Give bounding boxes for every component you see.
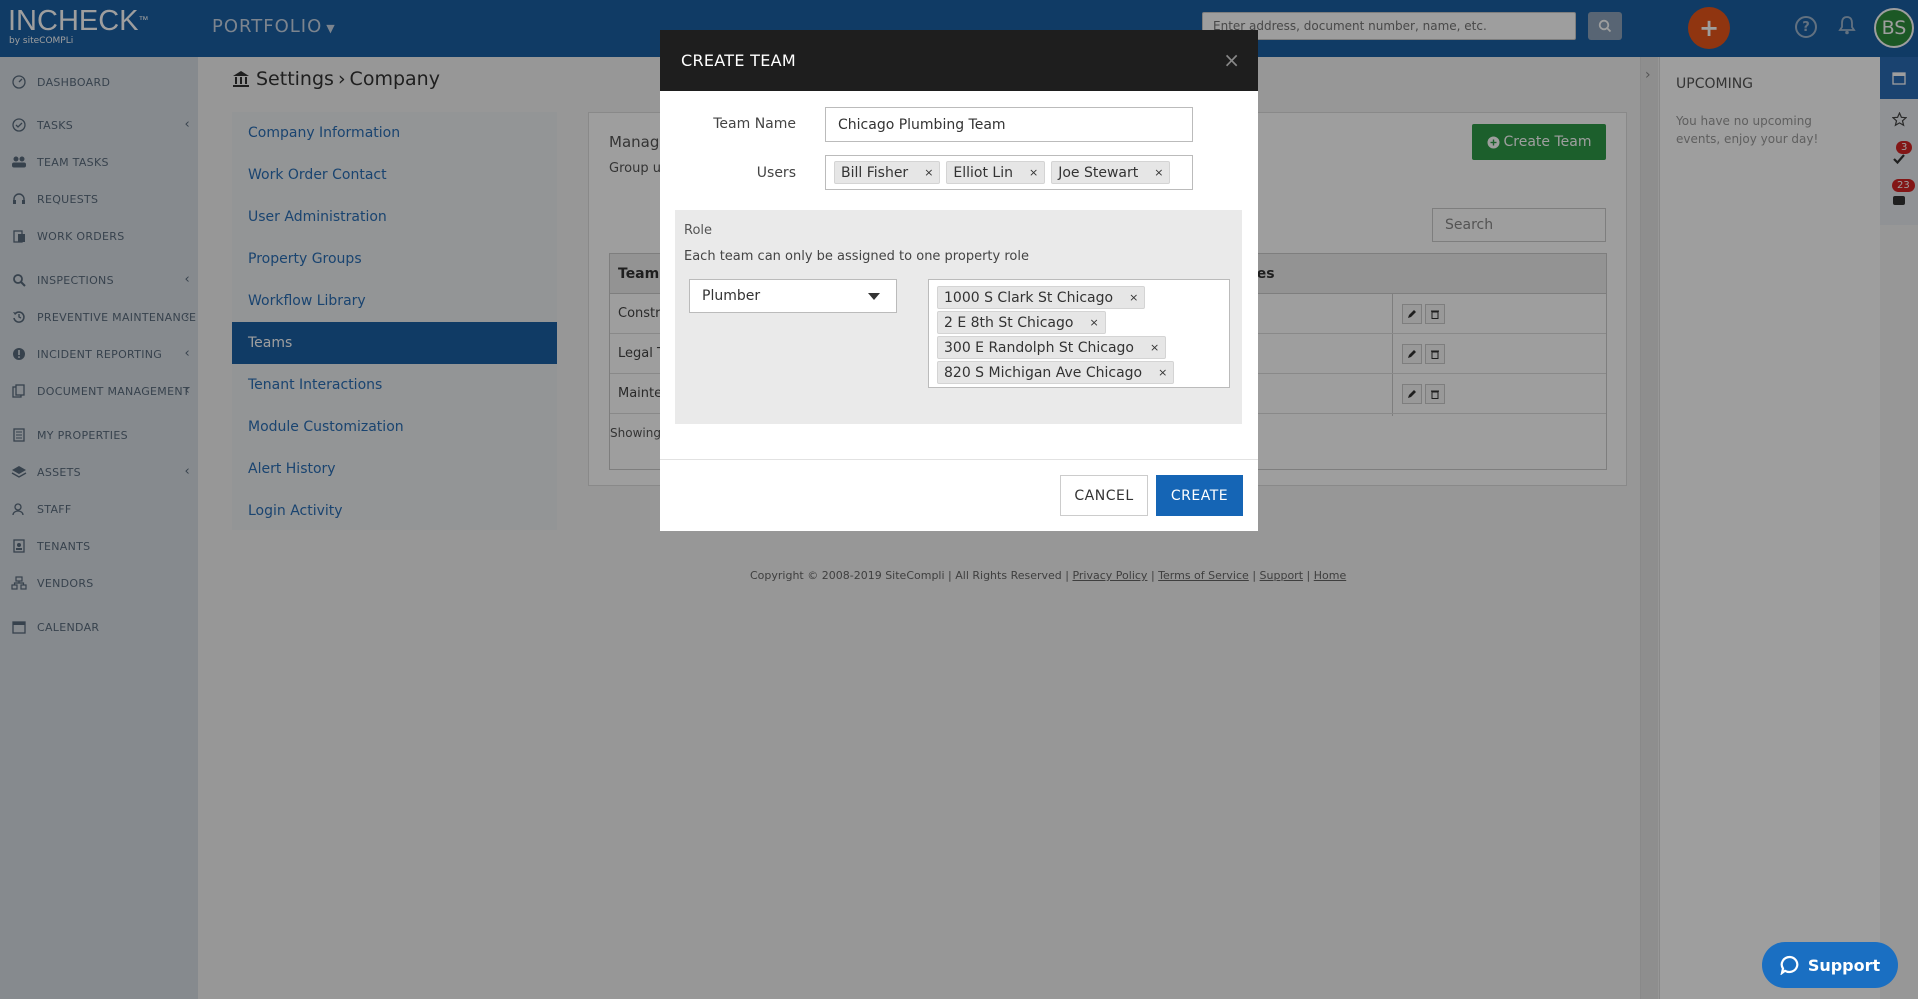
user-tag-label: Joe Stewart bbox=[1058, 164, 1139, 181]
user-tag: Elliot Lin × bbox=[946, 161, 1046, 184]
property-tag: 1000 S Clark St Chicago × bbox=[937, 286, 1146, 309]
team-name-input[interactable]: Chicago Plumbing Team bbox=[825, 107, 1193, 142]
role-section: Role Each team can only be assigned to o… bbox=[675, 210, 1242, 424]
role-description: Each team can only be assigned to one pr… bbox=[684, 249, 1029, 264]
property-tag: 820 S Michigan Ave Chicago × bbox=[937, 361, 1175, 384]
chat-bubble-icon bbox=[1780, 955, 1799, 975]
remove-tag-icon[interactable]: × bbox=[1089, 316, 1098, 329]
role-label: Role bbox=[684, 223, 713, 238]
remove-tag-icon[interactable]: × bbox=[1029, 166, 1038, 179]
property-tag-label: 2 E 8th St Chicago bbox=[944, 314, 1074, 331]
team-name-value: Chicago Plumbing Team bbox=[838, 117, 1006, 133]
property-tag: 2 E 8th St Chicago × bbox=[937, 311, 1106, 334]
property-tag-label: 820 S Michigan Ave Chicago bbox=[944, 364, 1143, 381]
user-tag: Bill Fisher × bbox=[834, 161, 941, 184]
team-name-label: Team Name bbox=[713, 116, 796, 132]
users-multiselect[interactable]: Bill Fisher × Elliot Lin × Joe Stewart × bbox=[825, 155, 1193, 190]
remove-tag-icon[interactable]: × bbox=[1129, 291, 1138, 304]
user-tag-label: Elliot Lin bbox=[953, 164, 1013, 181]
user-tag-label: Bill Fisher bbox=[841, 164, 909, 181]
remove-tag-icon[interactable]: × bbox=[1154, 166, 1163, 179]
remove-tag-icon[interactable]: × bbox=[924, 166, 933, 179]
create-team-modal: CREATE TEAM × Team Name Chicago Plumbing… bbox=[660, 30, 1258, 531]
property-tag-label: 1000 S Clark St Chicago bbox=[944, 289, 1114, 306]
user-tag: Joe Stewart × bbox=[1051, 161, 1171, 184]
cancel-button[interactable]: CANCEL bbox=[1060, 475, 1148, 516]
modal-title: CREATE TEAM bbox=[681, 51, 797, 70]
remove-tag-icon[interactable]: × bbox=[1158, 366, 1167, 379]
property-tag-label: 300 E Randolph St Chicago bbox=[944, 339, 1134, 356]
remove-tag-icon[interactable]: × bbox=[1150, 341, 1159, 354]
property-tag: 300 E Randolph St Chicago × bbox=[937, 336, 1167, 359]
modal-divider bbox=[660, 459, 1258, 460]
properties-multiselect[interactable]: 1000 S Clark St Chicago × 2 E 8th St Chic… bbox=[928, 279, 1230, 388]
support-label: Support bbox=[1807, 955, 1881, 975]
modal-header: CREATE TEAM × bbox=[660, 30, 1258, 91]
support-button[interactable]: Support bbox=[1762, 942, 1898, 988]
role-select[interactable]: Plumber bbox=[689, 279, 897, 313]
create-button[interactable]: CREATE bbox=[1156, 475, 1243, 516]
users-label: Users bbox=[756, 165, 796, 181]
close-icon[interactable]: × bbox=[1223, 48, 1240, 72]
role-select-value: Plumber bbox=[702, 288, 761, 304]
caret-down-icon bbox=[868, 293, 880, 300]
